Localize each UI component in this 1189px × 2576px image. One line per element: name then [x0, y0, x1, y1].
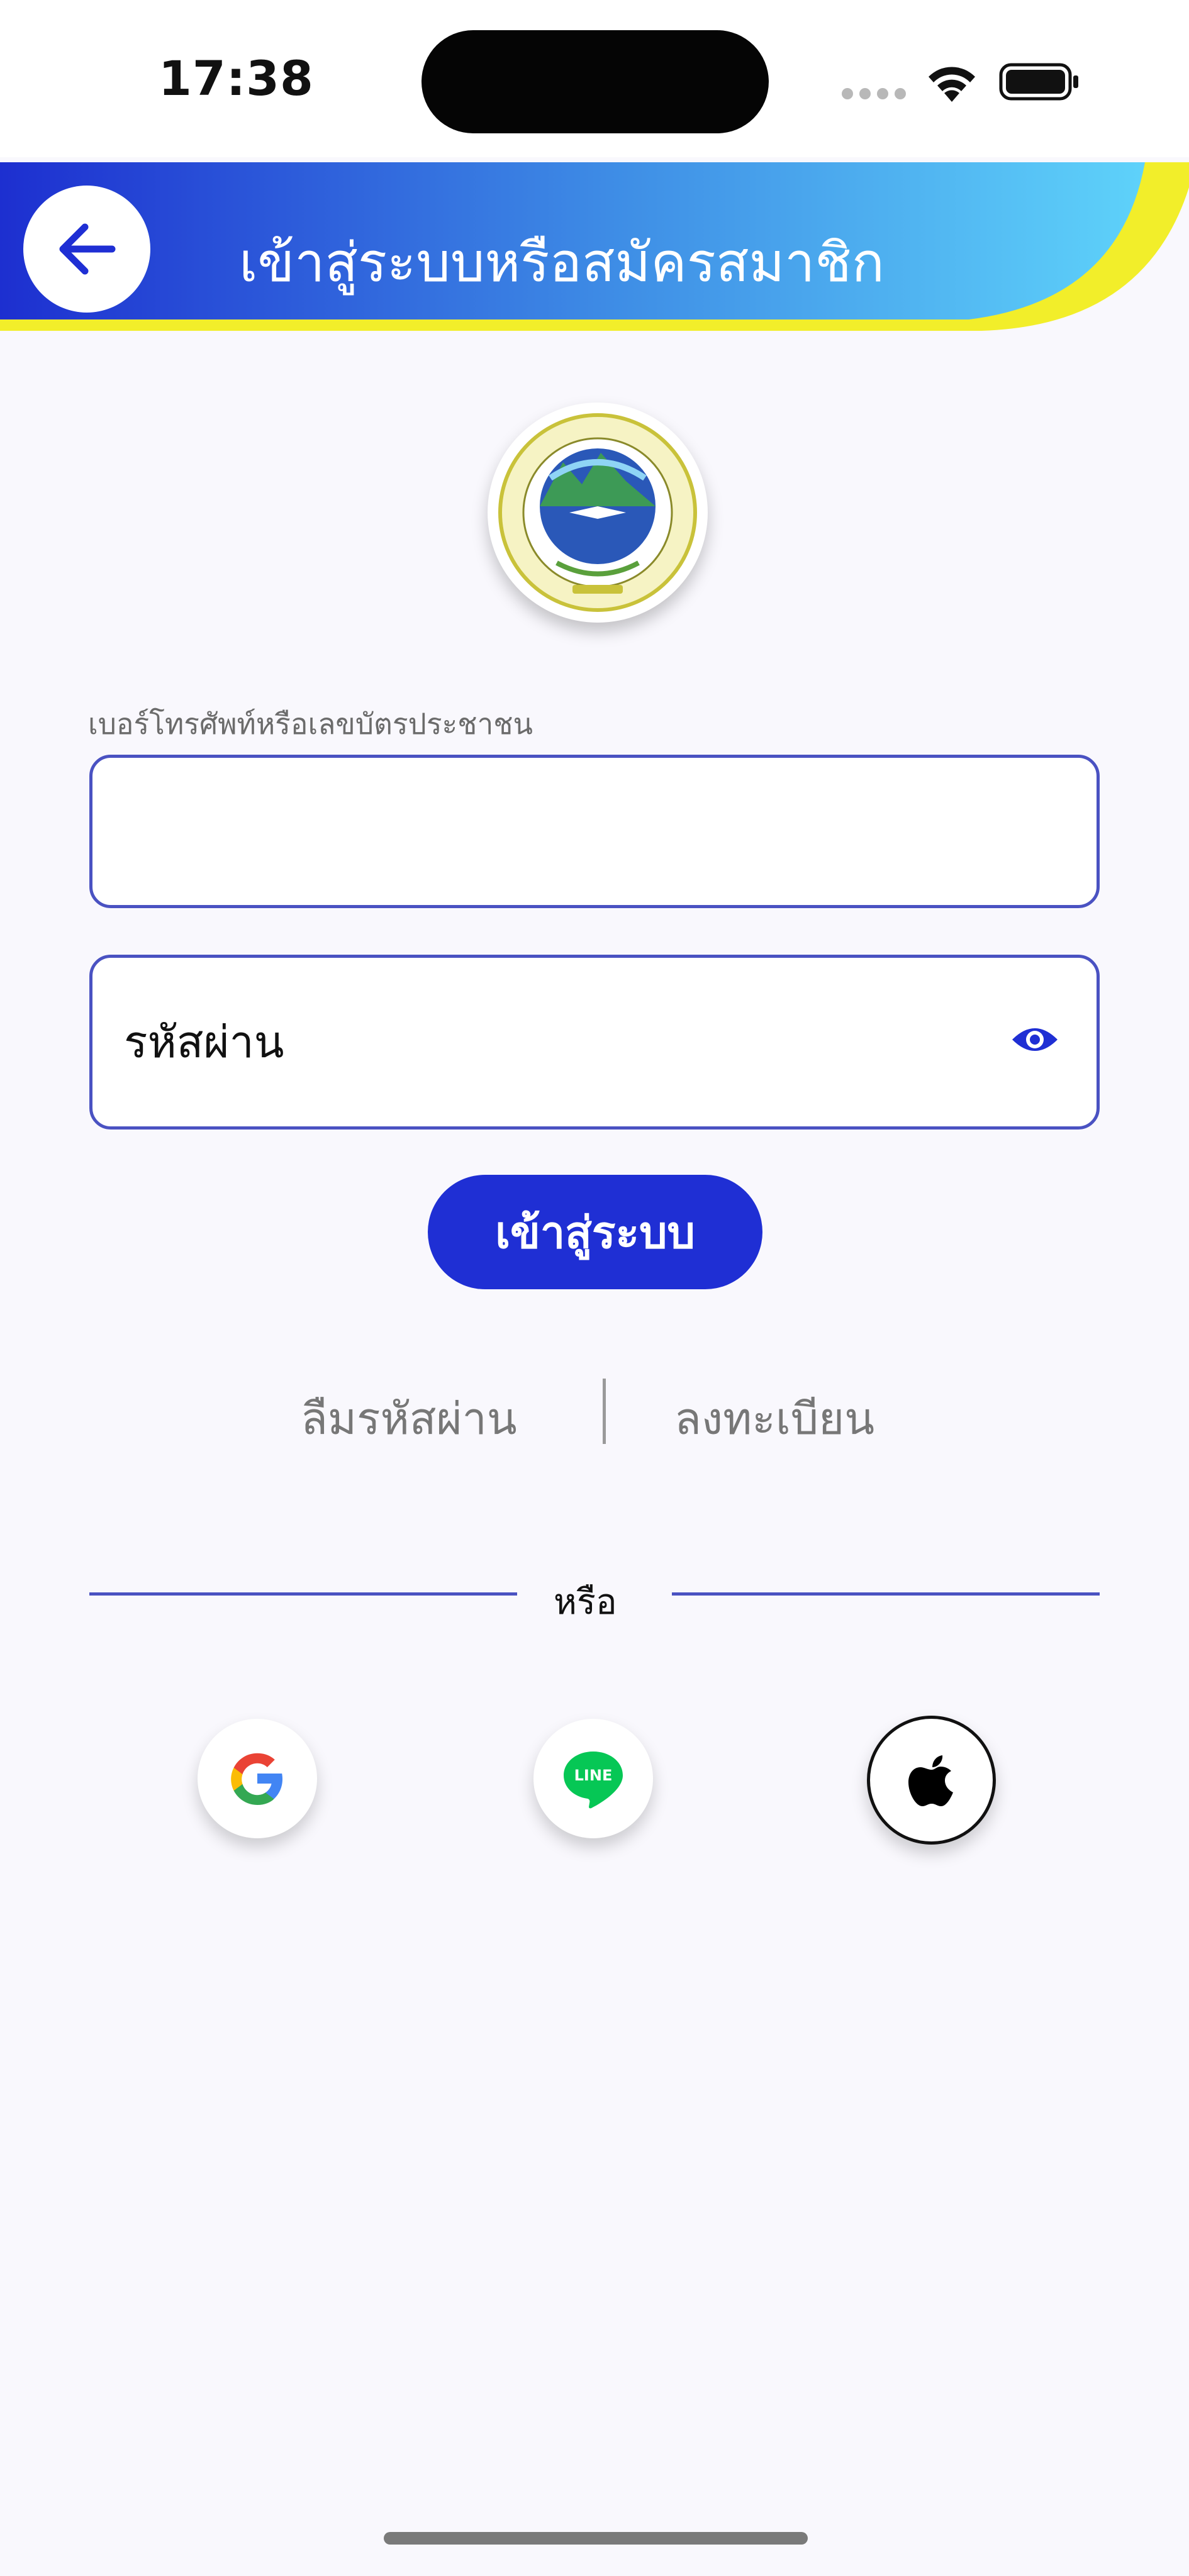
google-icon [231, 1753, 282, 1805]
divider-line-right [672, 1592, 1100, 1596]
password-input[interactable] [92, 958, 1097, 1126]
line-login-button[interactable]: LINE [533, 1719, 653, 1838]
status-time: 17:38 [159, 50, 314, 106]
dynamic-island [421, 30, 769, 133]
links-divider [603, 1379, 606, 1444]
register-link[interactable]: ลงทะเบียน [674, 1384, 874, 1453]
back-button[interactable] [23, 186, 150, 313]
login-button[interactable]: เข้าสู่ระบบ [428, 1175, 762, 1289]
home-indicator [384, 2532, 808, 2545]
password-field[interactable] [89, 955, 1100, 1130]
battery-icon [999, 63, 1078, 101]
status-bar: 17:38 [0, 0, 1189, 157]
divider-line-left [89, 1592, 517, 1596]
google-login-button[interactable] [198, 1719, 317, 1838]
wifi-icon [929, 67, 975, 102]
line-icon: LINE [564, 1752, 623, 1809]
phone-input[interactable] [92, 758, 1097, 905]
header-bar: เข้าสู่ระบบหรือสมัครสมาชิก [0, 162, 1189, 345]
or-divider-text: หรือ [554, 1582, 617, 1623]
phone-field[interactable] [89, 755, 1100, 908]
apple-icon [908, 1755, 953, 1806]
arrow-left-icon [59, 223, 116, 275]
page-title: เข้าสู่ระบบหรือสมัครสมาชิก [239, 231, 885, 294]
eye-icon[interactable] [1011, 1021, 1059, 1058]
cellular-signal-icon [842, 88, 906, 99]
forgot-password-link[interactable]: ลืมรหัสผ่าน [301, 1384, 517, 1453]
apple-login-button[interactable] [867, 1716, 996, 1845]
svg-text:LINE: LINE [574, 1767, 613, 1784]
municipality-logo [488, 402, 708, 623]
phone-field-label: เบอร์โทรศัพท์หรือเลขบัตรประชาชน [88, 707, 533, 741]
